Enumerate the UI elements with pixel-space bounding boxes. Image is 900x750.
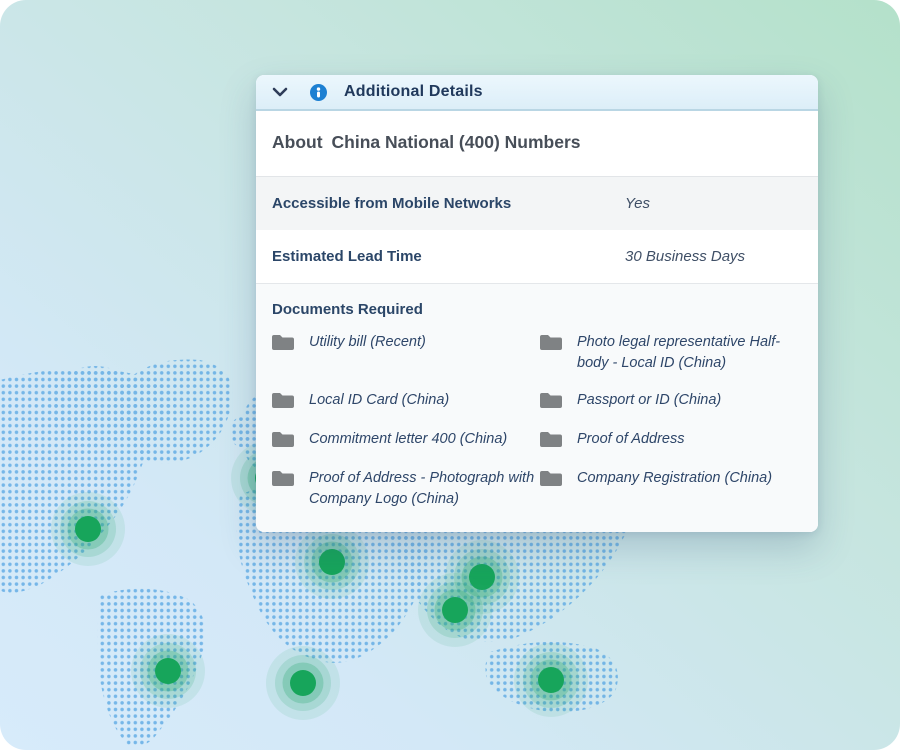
attribute-value: 30 Business Days (625, 248, 802, 265)
document-item: Local ID Card (China) (272, 390, 540, 413)
gradient-background: Additional Details About China National (… (0, 0, 900, 750)
attribute-label: Estimated Lead Time (272, 248, 625, 265)
map-marker (295, 525, 369, 599)
document-label: Passport or ID (China) (577, 390, 721, 411)
documents-grid: Utility bill (Recent) Photo legal represe… (272, 332, 802, 510)
attribute-row-mobile-networks: Accessible from Mobile Networks Yes (256, 177, 818, 230)
folder-icon (272, 470, 294, 491)
info-icon[interactable] (310, 84, 327, 101)
document-item: Commitment letter 400 (China) (272, 429, 540, 452)
additional-details-panel: Additional Details About China National (… (256, 75, 818, 532)
document-label: Photo legal representative Half-body - L… (577, 332, 802, 374)
attribute-label: Accessible from Mobile Networks (272, 195, 625, 212)
document-item: Proof of Address - Photograph with Compa… (272, 468, 540, 510)
folder-icon (272, 431, 294, 452)
chevron-down-icon[interactable] (272, 87, 288, 97)
attribute-value: Yes (625, 195, 802, 212)
document-item: Passport or ID (China) (540, 390, 802, 413)
panel-header[interactable]: Additional Details (256, 75, 818, 111)
about-prefix: About (272, 132, 323, 152)
folder-icon (540, 431, 562, 452)
document-label: Utility bill (Recent) (309, 332, 426, 353)
document-label: Local ID Card (China) (309, 390, 449, 411)
document-label: Proof of Address - Photograph with Compa… (309, 468, 540, 510)
map-marker (418, 573, 492, 647)
map-marker (514, 643, 588, 717)
document-item: Company Registration (China) (540, 468, 802, 510)
folder-icon (272, 392, 294, 413)
folder-icon (540, 470, 562, 491)
document-item: Photo legal representative Half-body - L… (540, 332, 802, 374)
folder-icon (540, 392, 562, 413)
document-item: Proof of Address (540, 429, 802, 452)
documents-heading: Documents Required (272, 301, 802, 318)
documents-section: Documents Required Utility bill (Recent)… (256, 284, 818, 532)
about-heading: About China National (400) Numbers (256, 111, 818, 177)
document-label: Proof of Address (577, 429, 684, 450)
folder-icon (540, 334, 562, 355)
panel-title: Additional Details (344, 83, 483, 101)
map-marker (51, 492, 125, 566)
folder-icon (272, 334, 294, 355)
about-subject: China National (400) Numbers (332, 132, 581, 152)
map-marker (131, 634, 205, 708)
document-label: Commitment letter 400 (China) (309, 429, 507, 450)
map-marker (266, 646, 340, 720)
page: Additional Details About China National (… (0, 0, 900, 750)
attribute-row-lead-time: Estimated Lead Time 30 Business Days (256, 230, 818, 284)
document-label: Company Registration (China) (577, 468, 772, 489)
document-item: Utility bill (Recent) (272, 332, 540, 374)
